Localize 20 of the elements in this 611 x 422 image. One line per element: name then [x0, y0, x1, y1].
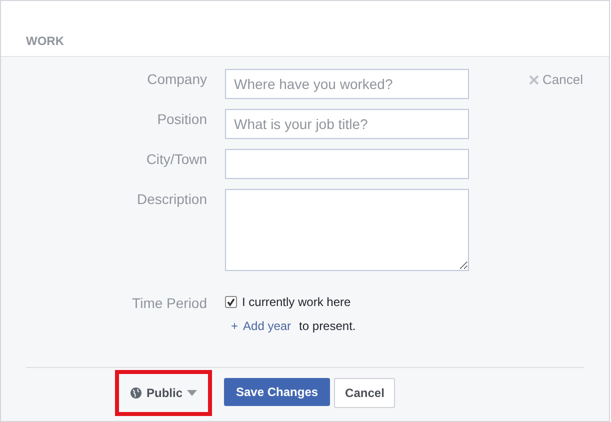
field-label: City/Town: [146, 150, 207, 168]
text-field[interactable]: What is your job title?: [225, 109, 469, 139]
save-button[interactable]: Save Changes: [224, 378, 330, 406]
checkbox-label: I currently work here: [242, 294, 351, 311]
privacy-selector[interactable]: Public: [130, 384, 196, 402]
field-label: Company: [147, 70, 207, 88]
caret-icon: [186, 390, 196, 396]
text-field[interactable]: [225, 149, 469, 179]
field-label: Position: [157, 110, 207, 128]
description-field[interactable]: [225, 189, 469, 271]
section-title: WORK: [26, 33, 64, 50]
cancel-button[interactable]: Cancel: [334, 378, 396, 408]
close-icon: [528, 74, 539, 85]
add-year-link[interactable]: + Add year: [231, 317, 292, 335]
text-field[interactable]: Where have you worked?: [225, 69, 469, 99]
field-label: Description: [136, 190, 207, 208]
globe-icon: [130, 386, 142, 398]
field-label: Time Period: [132, 294, 207, 313]
checkbox[interactable]: [225, 296, 237, 308]
period-suffix: to present.: [299, 318, 356, 335]
